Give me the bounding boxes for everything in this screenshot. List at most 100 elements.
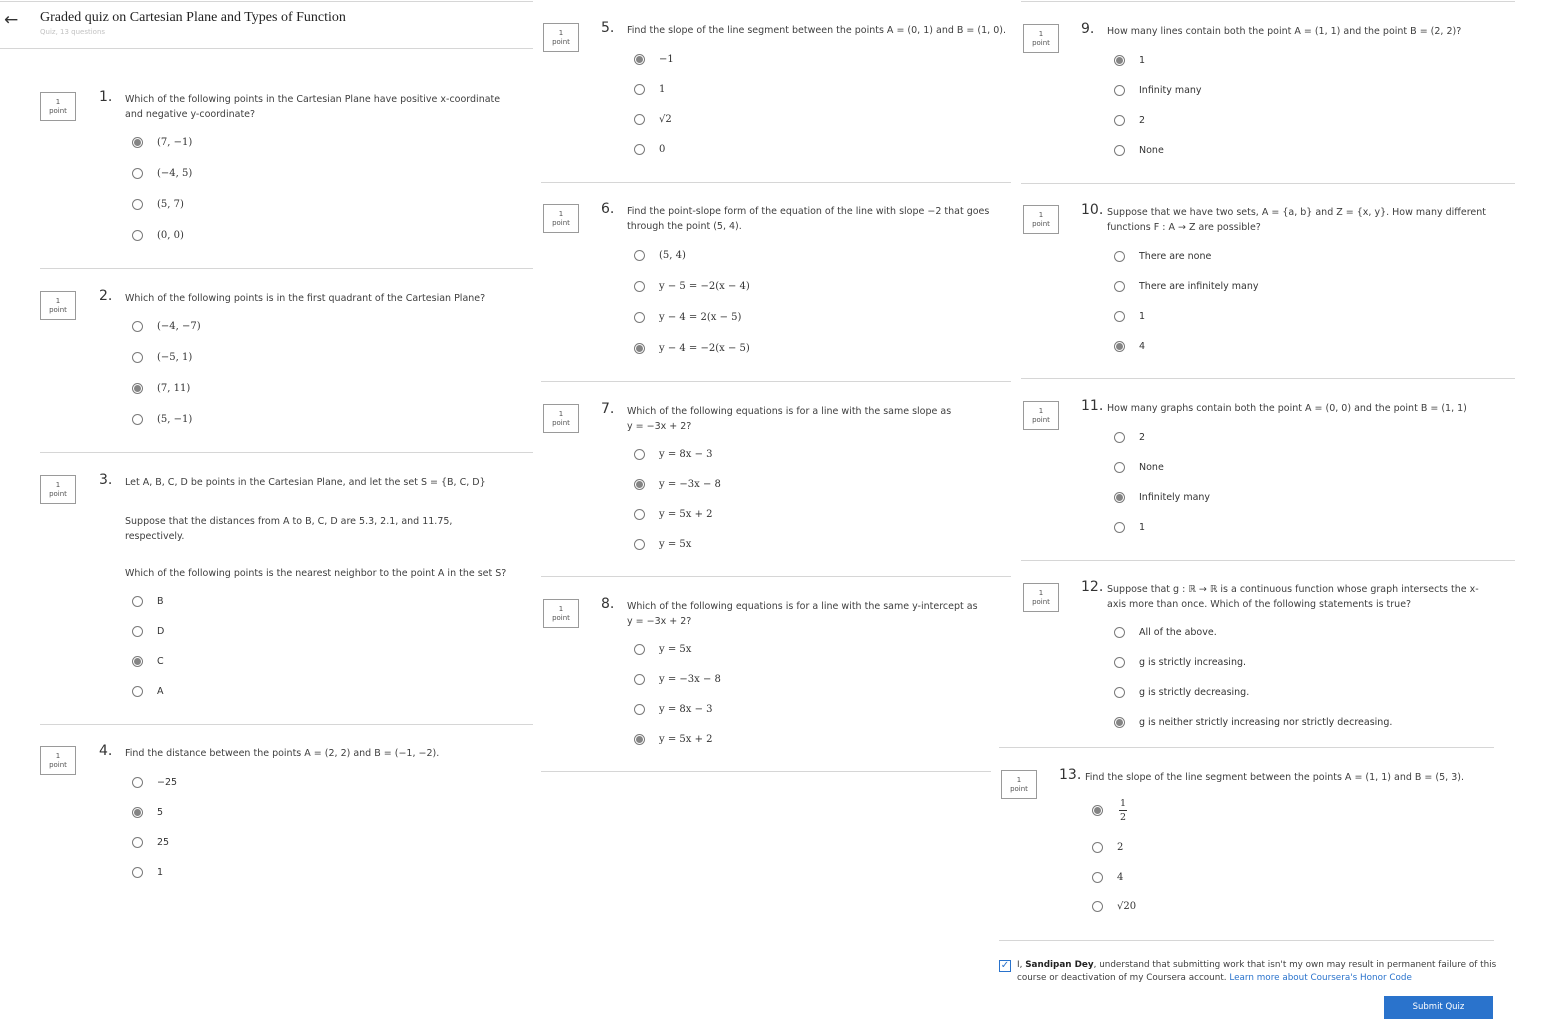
radio-icon[interactable] [132,625,143,637]
radio-selected-icon[interactable] [132,806,143,818]
answer-option[interactable]: D [132,623,164,639]
answer-option[interactable]: There are infinitely many [1114,278,1259,294]
radio-selected-icon[interactable] [634,342,645,354]
radio-icon[interactable] [634,703,645,715]
answer-option[interactable]: −25 [132,774,177,790]
radio-icon[interactable] [1114,114,1125,126]
radio-icon[interactable] [1114,144,1125,156]
answer-option[interactable]: (5, −1) [132,411,192,427]
answer-option[interactable]: g is strictly decreasing. [1114,684,1249,700]
radio-selected-icon[interactable] [1114,54,1125,66]
checkbox-checked-icon[interactable]: ✓ [999,960,1011,972]
radio-icon[interactable] [634,249,645,261]
answer-option[interactable]: y = 5x + 2 [634,506,713,522]
radio-icon[interactable] [1114,431,1125,443]
radio-icon[interactable] [1114,626,1125,638]
honor-code-link[interactable]: Learn more about Coursera's Honor Code [1229,973,1412,983]
radio-icon[interactable] [1092,900,1103,912]
radio-icon[interactable] [634,113,645,125]
answer-option[interactable]: y = 5x [634,641,691,657]
radio-icon[interactable] [132,413,143,425]
answer-option[interactable]: −1 [634,51,674,67]
answer-option[interactable]: 5 [132,804,163,820]
answer-option[interactable]: None [1114,459,1164,475]
radio-icon[interactable] [634,643,645,655]
radio-selected-icon[interactable] [634,478,645,490]
radio-icon[interactable] [1092,871,1103,883]
answer-option[interactable]: 1 [634,81,665,97]
answer-option[interactable]: 2 [1114,112,1145,128]
answer-option[interactable]: y = −3x − 8 [634,671,721,687]
radio-icon[interactable] [1114,461,1125,473]
answer-option[interactable]: 25 [132,834,169,850]
answer-option[interactable]: y = 5x + 2 [634,731,713,747]
radio-selected-icon[interactable] [132,136,143,148]
radio-icon[interactable] [634,673,645,685]
radio-icon[interactable] [1114,310,1125,322]
answer-option[interactable]: (−5, 1) [132,349,192,365]
answer-option[interactable]: g is strictly increasing. [1114,654,1246,670]
answer-option[interactable]: (5, 7) [132,196,184,212]
answer-option[interactable]: There are none [1114,248,1211,264]
answer-option[interactable]: √2 [634,111,672,127]
answer-option[interactable]: y − 4 = −2(x − 5) [634,340,750,356]
answer-option[interactable]: None [1114,142,1164,158]
radio-icon[interactable] [1092,841,1103,853]
answer-option[interactable]: y = 8x − 3 [634,446,713,462]
radio-icon[interactable] [1114,250,1125,262]
radio-icon[interactable] [132,320,143,332]
radio-icon[interactable] [634,448,645,460]
radio-selected-icon[interactable] [1114,491,1125,503]
answer-option[interactable]: 1 [132,864,163,880]
radio-selected-icon[interactable] [132,382,143,394]
radio-selected-icon[interactable] [634,53,645,65]
answer-option[interactable]: 2 [1092,839,1123,855]
radio-icon[interactable] [634,311,645,323]
radio-icon[interactable] [132,595,143,607]
radio-icon[interactable] [132,198,143,210]
answer-option[interactable]: (−4, −7) [132,318,201,334]
radio-icon[interactable] [132,776,143,788]
radio-icon[interactable] [132,836,143,848]
answer-option[interactable]: y = 5x [634,536,691,552]
answer-option[interactable]: g is neither strictly increasing nor str… [1114,714,1392,730]
answer-option[interactable]: 1 [1114,308,1145,324]
answer-option[interactable]: B [132,593,164,609]
radio-icon[interactable] [634,538,645,550]
answer-option[interactable]: y − 5 = −2(x − 4) [634,278,750,294]
answer-option[interactable]: Infinity many [1114,82,1202,98]
radio-icon[interactable] [132,351,143,363]
answer-option[interactable]: (−4, 5) [132,165,192,181]
answer-option[interactable]: Infinitely many [1114,489,1210,505]
answer-option[interactable]: 1 [1114,52,1145,68]
answer-option[interactable]: 1 [1114,519,1145,535]
answer-option[interactable]: (7, −1) [132,134,192,150]
arrow-left-icon[interactable]: ← [4,10,18,30]
radio-selected-icon[interactable] [132,655,143,667]
radio-selected-icon[interactable] [1092,804,1103,816]
radio-icon[interactable] [634,83,645,95]
radio-icon[interactable] [132,167,143,179]
answer-option[interactable]: y − 4 = 2(x − 5) [634,309,741,325]
answer-option[interactable]: 12 [1092,797,1127,823]
answer-option[interactable]: 4 [1114,338,1145,354]
answer-option[interactable]: (0, 0) [132,227,184,243]
answer-option[interactable]: (7, 11) [132,380,190,396]
answer-option[interactable]: √20 [1092,898,1136,914]
answer-option[interactable]: (5, 4) [634,247,686,263]
radio-icon[interactable] [1114,656,1125,668]
radio-icon[interactable] [1114,686,1125,698]
submit-quiz-button[interactable]: Submit Quiz [1384,996,1493,1019]
answer-option[interactable]: All of the above. [1114,624,1217,640]
answer-option[interactable]: 4 [1092,869,1123,885]
radio-selected-icon[interactable] [1114,716,1125,728]
answer-option[interactable]: 0 [634,141,665,157]
answer-option[interactable]: A [132,683,164,699]
radio-icon[interactable] [634,143,645,155]
radio-icon[interactable] [1114,521,1125,533]
radio-selected-icon[interactable] [1114,340,1125,352]
radio-icon[interactable] [132,685,143,697]
radio-icon[interactable] [132,866,143,878]
answer-option[interactable]: C [132,653,164,669]
radio-icon[interactable] [1114,280,1125,292]
